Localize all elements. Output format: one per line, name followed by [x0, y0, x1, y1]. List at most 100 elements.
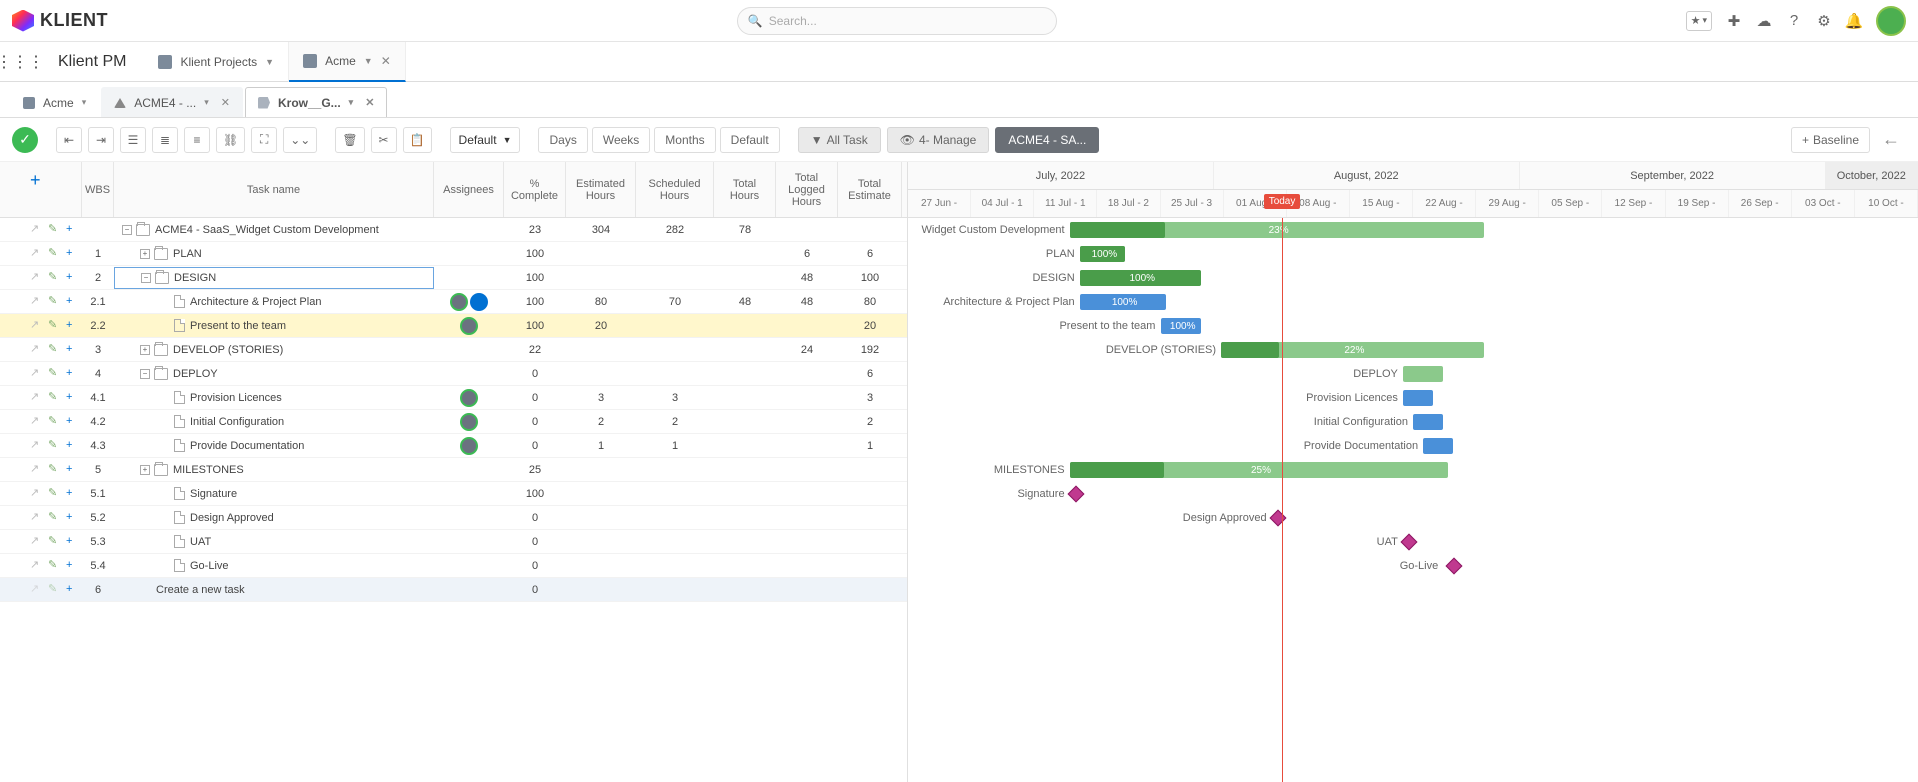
nav-tab-0[interactable]: Klient Projects▼ — [144, 42, 289, 82]
add-subtask-icon[interactable]: + — [66, 320, 78, 332]
expand-toggle[interactable]: + — [140, 249, 150, 259]
delete-icon[interactable]: 🗑 — [335, 127, 364, 153]
open-icon[interactable]: ↗ — [30, 536, 42, 548]
task-row[interactable]: ↗ ✎ + −ACME4 - SaaS_Widget Custom Develo… — [0, 218, 907, 242]
pct-cell[interactable]: 25 — [504, 464, 566, 476]
log-cell[interactable]: 6 — [776, 248, 838, 260]
filter-all-task[interactable]: ▼All Task — [798, 127, 881, 153]
close-icon[interactable]: ✕ — [365, 96, 374, 109]
est-cell[interactable]: 80 — [566, 296, 636, 308]
expand-toggle[interactable]: + — [140, 465, 150, 475]
nav-tab-1[interactable]: Acme▼✕ — [289, 42, 406, 82]
user-avatar[interactable] — [1876, 6, 1906, 36]
totest-cell[interactable]: 100 — [838, 272, 902, 284]
milestone-diamond[interactable] — [1269, 510, 1286, 527]
subtab-1[interactable]: ACME4 - ...▾✕ — [101, 87, 243, 117]
expand-toggle[interactable]: − — [141, 273, 151, 283]
add-subtask-icon[interactable]: + — [66, 296, 78, 308]
col-assignees[interactable]: Assignees — [434, 162, 504, 217]
open-icon[interactable]: ↗ — [30, 584, 42, 596]
add-subtask-icon[interactable]: + — [66, 248, 78, 260]
edit-icon[interactable]: ✎ — [48, 416, 60, 428]
milestone-diamond[interactable] — [1446, 558, 1463, 575]
totest-cell[interactable]: 20 — [838, 320, 902, 332]
expand-icon[interactable]: ⛶ — [251, 127, 277, 153]
expand-toggle[interactable]: + — [140, 345, 150, 355]
col-total-hours[interactable]: Total Hours — [714, 162, 776, 217]
gantt-bar[interactable]: 100% — [1161, 318, 1201, 334]
task-row[interactable]: ↗ ✎ + 5.1Signature 100 — [0, 482, 907, 506]
scale-default[interactable]: Default — [720, 127, 780, 153]
sch-cell[interactable]: 282 — [636, 224, 714, 236]
open-icon[interactable]: ↗ — [30, 344, 42, 356]
chevron-down-icon[interactable]: ▼ — [265, 57, 274, 67]
pct-cell[interactable]: 22 — [504, 344, 566, 356]
edit-icon[interactable]: ✎ — [48, 296, 60, 308]
totest-cell[interactable]: 2 — [838, 416, 902, 428]
cut-icon[interactable]: ✂ — [371, 127, 397, 153]
favorites-button[interactable]: ★▾ — [1686, 11, 1712, 31]
open-icon[interactable]: ↗ — [30, 272, 42, 284]
est-cell[interactable]: 1 — [566, 440, 636, 452]
pct-cell[interactable]: 0 — [504, 536, 566, 548]
edit-icon[interactable]: ✎ — [48, 320, 60, 332]
tot-cell[interactable]: 48 — [714, 296, 776, 308]
paste-icon[interactable]: 📋 — [403, 127, 432, 153]
pct-cell[interactable]: 23 — [504, 224, 566, 236]
add-subtask-icon[interactable]: + — [66, 272, 78, 284]
task-row[interactable]: ↗ ✎ + 4.1Provision Licences 0 3 3 3 — [0, 386, 907, 410]
add-subtask-icon[interactable]: + — [66, 224, 78, 236]
task-row[interactable]: ↗ ✎ + 5.4Go-Live 0 — [0, 554, 907, 578]
edit-icon[interactable]: ✎ — [48, 368, 60, 380]
align-left-icon[interactable]: ☰ — [120, 127, 146, 153]
task-row[interactable]: ↗ ✎ + 5.3UAT 0 — [0, 530, 907, 554]
task-row[interactable]: ↗ ✎ + 2.1Architecture & Project Plan 100… — [0, 290, 907, 314]
outdent-button[interactable]: ⇤ — [56, 127, 82, 153]
task-row[interactable]: ↗ ✎ + 5+MILESTONES 25 — [0, 458, 907, 482]
open-icon[interactable]: ↗ — [30, 488, 42, 500]
context-chip[interactable]: ACME4 - SA... — [995, 127, 1099, 153]
assignees-cell[interactable] — [434, 389, 504, 407]
est-cell[interactable]: 304 — [566, 224, 636, 236]
back-arrow-icon[interactable]: ← — [1876, 129, 1906, 150]
add-subtask-icon[interactable]: + — [66, 536, 78, 548]
sch-cell[interactable]: 70 — [636, 296, 714, 308]
task-row[interactable]: ↗ ✎ + 3+DEVELOP (STORIES) 22 24 192 — [0, 338, 907, 362]
subtab-2[interactable]: Krow__G...▾✕ — [245, 87, 387, 117]
sch-cell[interactable]: 1 — [636, 440, 714, 452]
pct-cell[interactable]: 0 — [504, 416, 566, 428]
edit-icon[interactable]: ✎ — [48, 560, 60, 572]
status-ok-icon[interactable]: ✓ — [12, 127, 38, 153]
indent-button[interactable]: ⇥ — [88, 127, 114, 153]
tot-cell[interactable]: 78 — [714, 224, 776, 236]
open-icon[interactable]: ↗ — [30, 320, 42, 332]
subtab-0[interactable]: Acme▾ — [10, 87, 99, 117]
chevron-down-icon[interactable]: ▾ — [349, 97, 354, 108]
totest-cell[interactable]: 192 — [838, 344, 902, 356]
expand-toggle[interactable]: − — [122, 225, 132, 235]
col-wbs[interactable]: WBS — [82, 162, 114, 217]
edit-icon[interactable]: ✎ — [48, 584, 60, 596]
edit-icon[interactable]: ✎ — [48, 512, 60, 524]
assignees-cell[interactable] — [434, 413, 504, 431]
totest-cell[interactable]: 6 — [838, 368, 902, 380]
add-subtask-icon[interactable]: + — [66, 488, 78, 500]
close-icon[interactable]: ✕ — [221, 96, 230, 109]
task-row[interactable]: ↗ ✎ + 6Create a new task 0 — [0, 578, 907, 602]
gantt-bar[interactable] — [1423, 438, 1453, 454]
gantt-bar[interactable]: 100% — [1080, 246, 1125, 262]
notifications-bell-icon[interactable]: 🔔 — [1846, 13, 1862, 29]
collapse-all-icon[interactable]: ⌄⌄ — [283, 127, 317, 153]
add-subtask-icon[interactable]: + — [66, 392, 78, 404]
gantt-bar[interactable]: 100% — [1080, 270, 1201, 286]
open-icon[interactable]: ↗ — [30, 440, 42, 452]
open-icon[interactable]: ↗ — [30, 296, 42, 308]
edit-icon[interactable]: ✎ — [48, 248, 60, 260]
help-icon[interactable]: ? — [1786, 13, 1802, 29]
gantt-bar[interactable]: 23% — [1070, 222, 1484, 238]
gantt-chart[interactable]: July, 2022August, 2022September, 2022Oct… — [908, 162, 1918, 782]
log-cell[interactable]: 48 — [776, 296, 838, 308]
global-search[interactable]: 🔍 Search... — [737, 7, 1057, 35]
add-subtask-icon[interactable]: + — [66, 560, 78, 572]
gantt-bar[interactable] — [1403, 366, 1443, 382]
